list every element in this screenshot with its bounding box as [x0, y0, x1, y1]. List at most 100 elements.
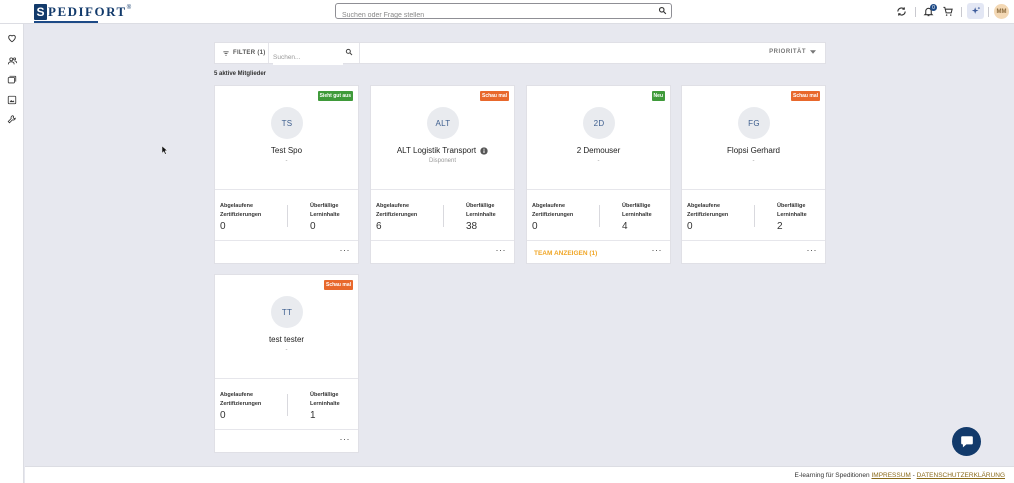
overdue-count: 4 — [622, 221, 628, 232]
image-icon — [7, 95, 17, 105]
status-badge: Schau mal — [323, 280, 353, 290]
member-name-row: test tester — [215, 335, 358, 344]
member-card[interactable]: Schau mal TT test tester - Abgelaufene Z… — [214, 274, 359, 453]
status-badge: Sieht gut aus — [317, 91, 353, 101]
logo-letter: S — [34, 4, 47, 20]
filter-button[interactable]: FILTER (1) — [215, 43, 269, 63]
overdue-count: 0 — [310, 221, 316, 232]
expired-count: 0 — [220, 221, 226, 232]
more-options-button[interactable]: ··· — [652, 245, 663, 255]
page-footer: E-learning für Speditionen IMPRESSUM - D… — [25, 466, 1014, 483]
member-name[interactable]: test tester — [269, 335, 304, 344]
sidebar-item-tools[interactable] — [5, 112, 19, 126]
member-card[interactable]: Schau mal FG Flopsi Gerhard - Abgelaufen… — [681, 85, 826, 264]
member-card[interactable]: Sieht gut aus TS Test Spo - Abgelaufene … — [214, 85, 359, 264]
member-name[interactable]: Test Spo — [271, 146, 302, 155]
divider — [961, 7, 962, 17]
more-options-button[interactable]: ··· — [340, 434, 351, 444]
member-stats: Abgelaufene Zertifizierungen 0 Überfälli… — [215, 378, 358, 430]
stat-label: Lerninhalte — [310, 212, 340, 218]
search-icon[interactable] — [345, 48, 353, 56]
stat-label: Abgelaufene — [687, 203, 721, 209]
stat-label: Abgelaufene — [532, 203, 566, 209]
users-icon — [7, 57, 17, 65]
chat-bubble-icon — [960, 436, 973, 448]
search-icon[interactable] — [658, 6, 667, 15]
global-search[interactable] — [335, 3, 672, 23]
refresh-icon[interactable] — [896, 6, 907, 17]
overdue-content: Überfällige Lerninhalte 38 — [466, 202, 511, 233]
card-footer: ··· — [215, 431, 358, 453]
avatar: FG — [738, 107, 770, 139]
more-options-button[interactable]: ··· — [496, 245, 507, 255]
member-card[interactable]: Neu 2D 2 Demouser - Abgelaufene Zertifiz… — [526, 85, 671, 264]
sidebar-item-team[interactable] — [5, 54, 19, 68]
ai-assistant-button[interactable] — [967, 3, 984, 19]
overdue-count: 38 — [466, 221, 478, 232]
global-search-input[interactable] — [336, 8, 646, 23]
expired-count: 0 — [687, 221, 693, 232]
expired-certifications: Abgelaufene Zertifizierungen 0 — [220, 202, 280, 233]
stat-label: Überfällige — [310, 203, 339, 209]
sidebar-item-library[interactable] — [5, 93, 19, 107]
stat-label: Zertifizierungen — [687, 212, 729, 218]
info-icon[interactable] — [480, 146, 488, 155]
expired-count: 6 — [376, 221, 382, 232]
logo-underline — [34, 21, 98, 23]
stat-label: Abgelaufene — [220, 203, 254, 209]
member-role: - — [752, 158, 755, 164]
member-stats: Abgelaufene Zertifizierungen 0 Überfälli… — [682, 189, 825, 241]
stat-label: Überfällige — [777, 203, 806, 209]
footer-text: E-learning für Speditionen — [794, 472, 870, 479]
member-card[interactable]: Schau mal ALT ALT Logistik Transport Dis… — [370, 85, 515, 264]
divider — [754, 205, 755, 227]
notification-badge: 0 — [930, 4, 937, 11]
chat-button[interactable] — [952, 427, 981, 456]
divider — [988, 7, 989, 17]
overdue-content: Überfällige Lerninhalte 1 — [310, 391, 355, 422]
expired-count: 0 — [220, 410, 226, 421]
more-options-button[interactable]: ··· — [807, 245, 818, 255]
status-badge: Schau mal — [479, 91, 509, 101]
user-avatar[interactable]: MM — [994, 4, 1009, 19]
member-name[interactable]: 2 Demouser — [577, 146, 621, 155]
expired-certifications: Abgelaufene Zertifizierungen 0 — [687, 202, 747, 233]
avatar: TT — [271, 296, 303, 328]
member-stats: Abgelaufene Zertifizierungen 6 Überfälli… — [371, 189, 514, 241]
stat-label: Lerninhalte — [622, 212, 652, 218]
member-name[interactable]: Flopsi Gerhard — [727, 146, 780, 155]
member-search-input[interactable] — [273, 50, 343, 65]
divider — [359, 43, 360, 63]
caret-down-icon — [810, 50, 816, 54]
avatar: ALT — [427, 107, 459, 139]
impressum-link[interactable]: IMPRESSUM — [871, 472, 910, 479]
more-options-button[interactable]: ··· — [340, 245, 351, 255]
cart-icon[interactable] — [942, 6, 954, 17]
status-badge: Neu — [651, 91, 665, 101]
show-team-link[interactable]: TEAM ANZEIGEN (1) — [534, 250, 597, 257]
active-members-count: 5 aktive Mitglieder — [214, 71, 267, 77]
member-name[interactable]: ALT Logistik Transport — [397, 146, 476, 155]
logo-text: PEDIFORT — [48, 4, 127, 19]
expired-certifications: Abgelaufene Zertifizierungen 0 — [532, 202, 592, 233]
footer-separator: - — [912, 472, 915, 479]
divider — [599, 205, 600, 227]
divider — [287, 394, 288, 416]
member-search[interactable] — [273, 46, 359, 65]
spedifort-logo[interactable]: S PEDIFORT ® — [34, 2, 131, 22]
overdue-content: Überfällige Lerninhalte 4 — [622, 202, 667, 233]
privacy-link[interactable]: DATENSCHUTZERKLÄRUNG — [917, 472, 1005, 479]
sidebar-item-courses[interactable] — [5, 73, 19, 87]
member-stats: Abgelaufene Zertifizierungen 0 Überfälli… — [527, 189, 670, 241]
stat-label: Zertifizierungen — [220, 212, 262, 218]
expired-count: 0 — [532, 221, 538, 232]
logo-trademark: ® — [126, 5, 132, 11]
member-role: - — [285, 158, 288, 164]
sidebar-item-favorites[interactable] — [5, 31, 19, 45]
member-role: - — [597, 158, 600, 164]
overdue-content: Überfällige Lerninhalte 2 — [777, 202, 822, 233]
member-stats: Abgelaufene Zertifizierungen 0 Überfälli… — [215, 189, 358, 241]
filter-bar: FILTER (1) PRIORITÄT — [214, 42, 826, 65]
sort-dropdown[interactable]: PRIORITÄT — [769, 49, 816, 55]
expired-certifications: Abgelaufene Zertifizierungen 0 — [220, 391, 280, 422]
